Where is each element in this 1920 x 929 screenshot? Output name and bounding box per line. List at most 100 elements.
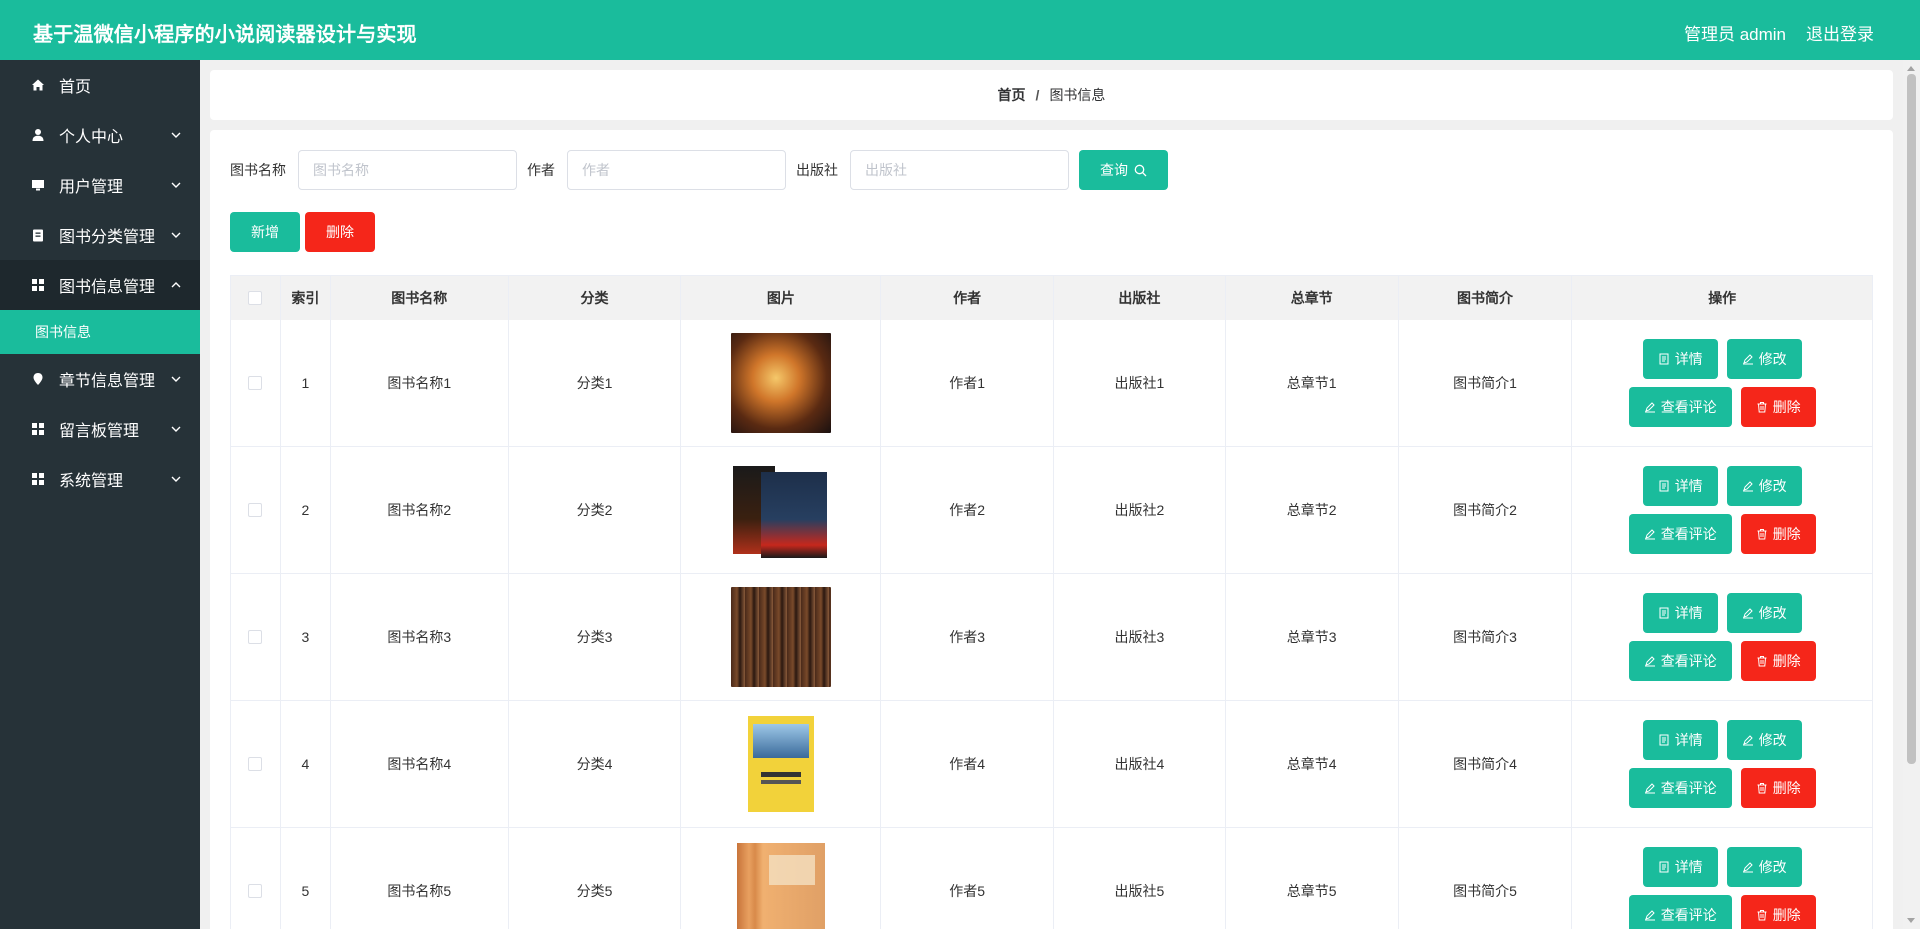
detail-button[interactable]: 详情 [1642,847,1718,887]
edit-label: 修改 [1758,605,1787,621]
search-icon [1134,164,1147,176]
sidebar-item-label: 系统管理 [59,473,124,490]
table-row: 4 图书名称4 分类4 作者4 出版社4 总章节4 图书简介4 详情 修改 查看… [231,701,1872,828]
author-input[interactable] [567,150,786,190]
batch-delete-button[interactable]: 删除 [305,212,375,252]
view-comments-button[interactable]: 查看评论 [1628,641,1732,681]
row-author: 作者3 [881,574,1054,700]
detail-button[interactable]: 详情 [1642,593,1718,633]
user-icon [31,128,45,142]
sidebar-item-label: 章节信息管理 [59,373,156,390]
row-actions: 详情 修改 查看评论 删除 [1572,828,1872,929]
edit-label: 修改 [1758,351,1787,367]
publisher-label: 出版社 [796,162,838,178]
edit-icon [1644,656,1655,667]
row-checkbox[interactable] [248,376,263,390]
trash-icon [1757,656,1767,667]
chevron-down-icon [171,376,181,382]
row-book-name: 图书名称3 [331,574,509,700]
edit-icon [1742,354,1753,365]
delete-button[interactable]: 删除 [1740,514,1816,554]
chevron-down-icon [171,426,181,432]
row-intro: 图书简介1 [1399,320,1573,446]
delete-button[interactable]: 删除 [1740,895,1816,929]
edit-button[interactable]: 修改 [1726,593,1802,633]
clipboard-icon [31,228,45,242]
view-comments-label: 查看评论 [1660,526,1717,542]
detail-button[interactable]: 详情 [1642,339,1718,379]
row-index: 4 [281,701,331,827]
sidebar-item-profile[interactable]: 个人中心 [0,110,200,160]
delete-label: 删除 [1772,526,1801,542]
view-comments-button[interactable]: 查看评论 [1628,895,1732,929]
sidebar-subitem-book-info[interactable]: 图书信息 [0,310,200,354]
book-name-input[interactable] [298,150,517,190]
book-cover-image [730,460,831,560]
detail-button[interactable]: 详情 [1642,466,1718,506]
select-all-checkbox[interactable] [248,291,263,305]
scroll-down-arrow-icon[interactable] [1907,918,1915,923]
book-name-label: 图书名称 [230,162,286,178]
row-actions: 详情 修改 查看评论 删除 [1572,447,1872,573]
detail-label: 详情 [1674,478,1703,494]
scrollbar-thumb[interactable] [1907,74,1916,764]
edit-icon [1644,402,1655,413]
row-actions: 详情 修改 查看评论 删除 [1572,320,1872,446]
edit-icon [1742,481,1753,492]
edit-button[interactable]: 修改 [1726,847,1802,887]
delete-label: 删除 [1772,399,1801,415]
edit-button[interactable]: 修改 [1726,339,1802,379]
publisher-input[interactable] [850,150,1069,190]
view-comments-label: 查看评论 [1660,907,1717,923]
view-comments-button[interactable]: 查看评论 [1628,768,1732,808]
delete-label: 删除 [1772,653,1801,669]
page-scrollbar[interactable] [1903,60,1920,929]
row-category: 分类2 [509,447,682,573]
scroll-up-arrow-icon[interactable] [1907,66,1915,71]
row-checkbox[interactable] [248,630,263,644]
view-comments-label: 查看评论 [1660,653,1717,669]
sidebar-item-home[interactable]: 首页 [0,60,200,110]
row-intro: 图书简介3 [1399,574,1573,700]
header-image: 图片 [681,276,882,320]
row-publisher: 出版社4 [1054,701,1226,827]
edit-button[interactable]: 修改 [1726,720,1802,760]
sidebar-item-system[interactable]: 系统管理 [0,454,200,504]
sidebar-item-users[interactable]: 用户管理 [0,160,200,210]
row-category: 分类5 [509,828,682,929]
delete-button[interactable]: 删除 [1740,641,1816,681]
row-author: 作者5 [881,828,1054,929]
view-comments-button[interactable]: 查看评论 [1628,387,1732,427]
row-index: 3 [281,574,331,700]
view-comments-label: 查看评论 [1660,780,1717,796]
edit-button[interactable]: 修改 [1726,466,1802,506]
row-intro: 图书简介5 [1399,828,1573,929]
row-select-cell [231,447,281,573]
delete-button[interactable]: 删除 [1740,387,1816,427]
table-row: 5 图书名称5 分类5 作者5 出版社5 总章节5 图书简介5 详情 修改 查看… [231,828,1872,929]
sidebar-item-book-info[interactable]: 图书信息管理 [0,260,200,310]
detail-button[interactable]: 详情 [1642,720,1718,760]
chevron-down-icon [171,232,181,238]
delete-button[interactable]: 删除 [1740,768,1816,808]
row-select-cell [231,828,281,929]
add-button[interactable]: 新增 [230,212,300,252]
row-checkbox[interactable] [248,884,263,898]
row-select-cell [231,701,281,827]
sidebar-item-chapters[interactable]: 章节信息管理 [0,354,200,404]
main-panel: 图书名称 作者 出版社 查询 新增 删除 索引 图书名称 分类 图片 作者 出版… [210,130,1893,929]
location-icon [31,372,45,386]
row-select-cell [231,320,281,446]
query-button[interactable]: 查询 [1079,150,1168,190]
trash-icon [1757,783,1767,794]
row-publisher: 出版社3 [1054,574,1226,700]
logout-link[interactable]: 退出登录 [1806,20,1874,45]
breadcrumb-home[interactable]: 首页 [998,85,1026,105]
view-comments-button[interactable]: 查看评论 [1628,514,1732,554]
sidebar-item-messages[interactable]: 留言板管理 [0,404,200,454]
table-row: 2 图书名称2 分类2 作者2 出版社2 总章节2 图书简介2 详情 修改 查看… [231,447,1872,574]
book-cover-image [730,333,831,433]
row-checkbox[interactable] [248,503,263,517]
row-checkbox[interactable] [248,757,263,771]
sidebar-item-book-categories[interactable]: 图书分类管理 [0,210,200,260]
